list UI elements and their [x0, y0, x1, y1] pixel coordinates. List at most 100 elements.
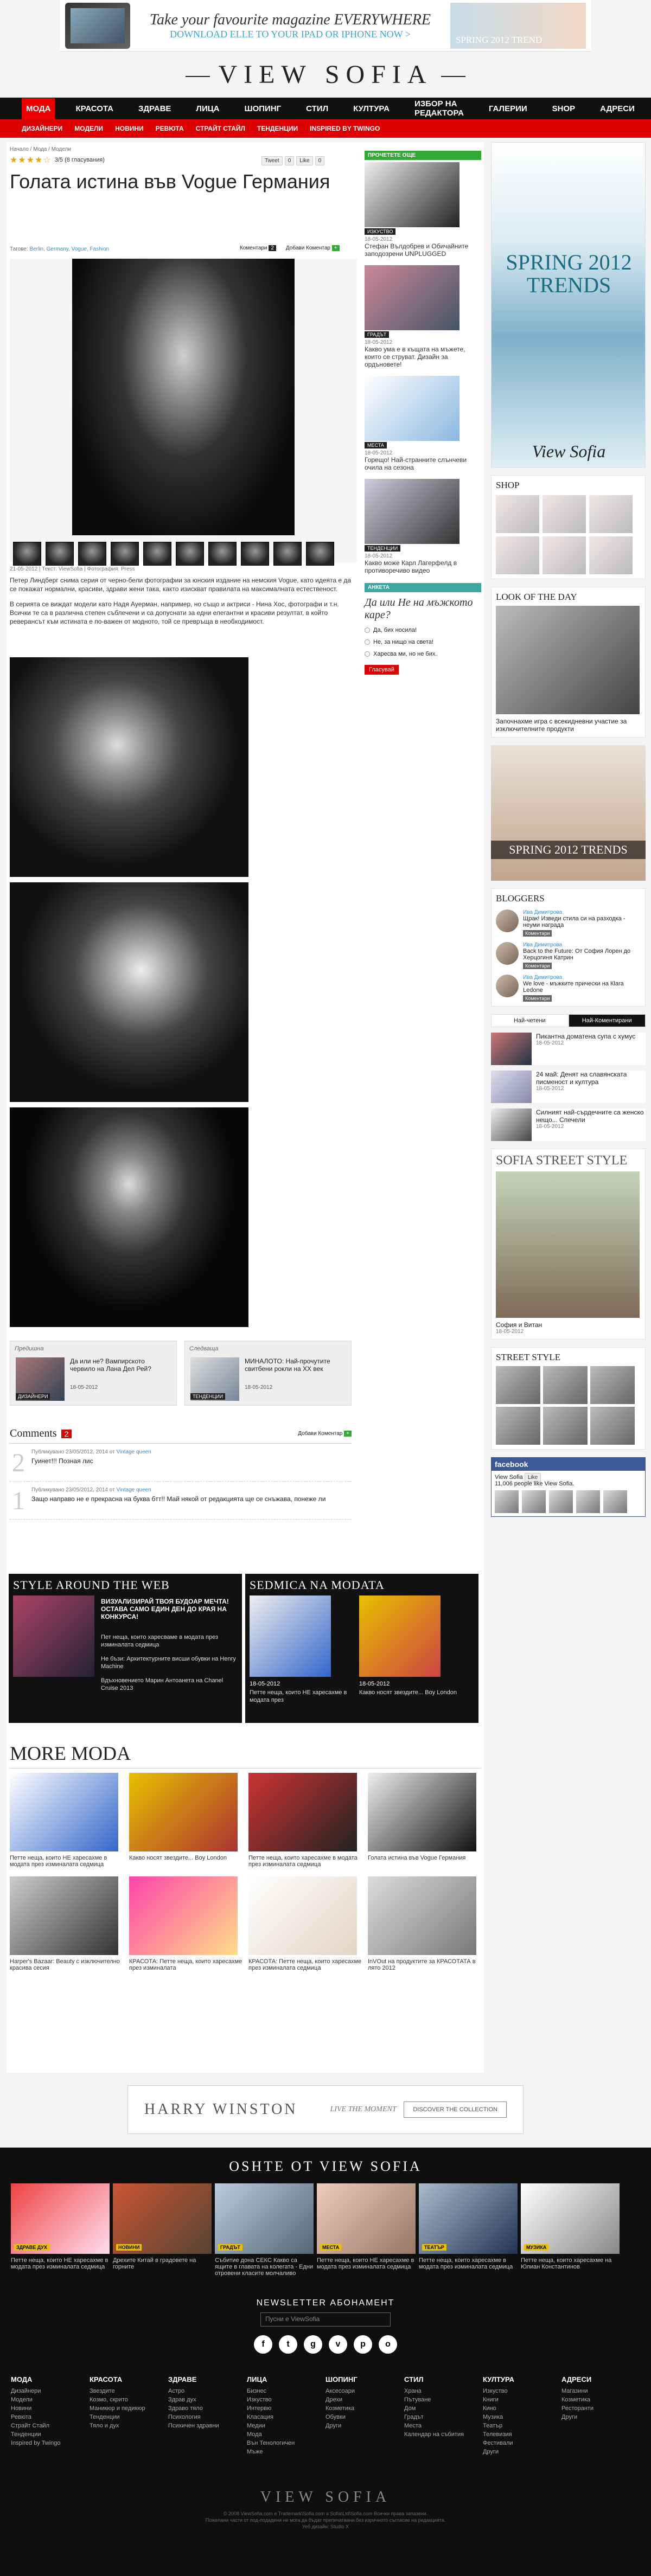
- footer-link[interactable]: Класация: [247, 2413, 326, 2421]
- street-style-name[interactable]: София и Витан: [496, 1321, 641, 1329]
- add-comment-label[interactable]: Добави Коментар: [298, 1431, 342, 1437]
- more-moda-image[interactable]: [368, 1876, 476, 1955]
- fashion-ad[interactable]: SPRING 2012 TRENDS View Sofia: [491, 142, 646, 467]
- footer-link[interactable]: Изкуство: [247, 2395, 326, 2404]
- footer-link[interactable]: Календар на събития: [404, 2430, 483, 2439]
- blogger-post[interactable]: Щрак! Изведи стила си на разходка - неум…: [523, 915, 641, 928]
- blogger-post[interactable]: We love - мъжките прически на Кlara Ledo…: [523, 981, 641, 994]
- nav-item-galerii[interactable]: ГАЛЕРИИ: [484, 98, 532, 119]
- shop-product[interactable]: [496, 536, 539, 574]
- style-around-image[interactable]: [13, 1595, 94, 1677]
- footer-link[interactable]: Мъже: [247, 2447, 326, 2456]
- sidebar-category[interactable]: ИЗКУСТВО: [365, 228, 396, 235]
- footer-link[interactable]: Интервю: [247, 2404, 326, 2413]
- footer-link[interactable]: Ревюта: [11, 2413, 90, 2421]
- gallery-thumb[interactable]: [13, 542, 41, 566]
- gallery-thumb[interactable]: [306, 542, 334, 566]
- footer-link[interactable]: Театър: [483, 2421, 561, 2430]
- sidebar-category[interactable]: МЕСТА: [365, 442, 387, 448]
- sedmica-text[interactable]: Какво носят звездите... Boy London: [359, 1689, 468, 1696]
- sedmica-image[interactable]: [250, 1595, 331, 1677]
- street-style-thumb[interactable]: [496, 1366, 540, 1404]
- blogger-name[interactable]: Ива Димитрова: [523, 942, 641, 948]
- facebook-face[interactable]: [576, 1490, 600, 1513]
- popular-item[interactable]: 24 май: Денят на славянската писменост и…: [491, 1071, 646, 1103]
- next-category[interactable]: ТЕНДЕНЦИИ: [190, 1393, 226, 1400]
- more-moda-text[interactable]: Какво носят звездите... Boy London: [129, 1855, 243, 1861]
- street-style-thumb[interactable]: [543, 1366, 588, 1404]
- footer-card-category[interactable]: МУЗИКА: [524, 2244, 549, 2251]
- gallery-main-photo[interactable]: [72, 259, 295, 535]
- more-moda-item[interactable]: Петте неща, които НЕ харесахме в модата …: [10, 1773, 124, 1868]
- popular-thumb[interactable]: [491, 1071, 532, 1103]
- poll-option[interactable]: Да, бих носила!: [365, 627, 481, 633]
- blogger-comments-button[interactable]: Коментари: [523, 963, 552, 969]
- poll-option-label[interactable]: Да, бих носила!: [373, 627, 417, 633]
- footer-card-image[interactable]: МУЗИКА: [521, 2183, 620, 2254]
- like-button[interactable]: Like: [296, 156, 313, 165]
- footer-card-text[interactable]: Петте неща, които харесахме в модата пре…: [419, 2257, 518, 2270]
- footer-link[interactable]: Модели: [11, 2395, 90, 2404]
- vimeo-icon[interactable]: v: [329, 2335, 347, 2354]
- sidebar-item[interactable]: ИЗКУСТВО 18-05-2012 Стефан Вълдобрев и О…: [365, 162, 481, 258]
- google-icon[interactable]: g: [304, 2335, 322, 2354]
- blogger-name[interactable]: Ива Димитрова: [523, 975, 641, 981]
- breadcrumb[interactable]: Начало / Мода / Модели: [7, 142, 356, 152]
- sidebar-title[interactable]: Какво може Карл Лагерфелд в противоречив…: [365, 559, 481, 574]
- footer-card-text[interactable]: Дрехите Китай в градовете на горните: [113, 2257, 212, 2270]
- footer-link[interactable]: Психология: [168, 2413, 247, 2421]
- more-moda-item[interactable]: КРАСОТА: Петте неща, които харесахме пре…: [129, 1876, 243, 1971]
- footer-card[interactable]: МУЗИКА Петте неща, които харесахме на Юли…: [521, 2183, 620, 2277]
- sidebar-title[interactable]: Какво ума е в къщата на мъжете, които се…: [365, 345, 481, 368]
- more-moda-item[interactable]: Harper's Bazaar: Beauty с изключително к…: [10, 1876, 124, 1971]
- more-moda-text[interactable]: КРАСОТА: Петте неща, които харесахме пре…: [129, 1958, 243, 1971]
- spring-ad[interactable]: SPRING 2012 TRENDS: [491, 745, 646, 881]
- footer-link[interactable]: Книги: [483, 2395, 561, 2404]
- shop-product[interactable]: [496, 495, 539, 533]
- shop-product[interactable]: [542, 536, 586, 574]
- banner-line2[interactable]: DOWNLOAD ELLE TO YOUR IPAD OR IPHONE NOW…: [130, 29, 450, 40]
- radio-button[interactable]: [365, 627, 370, 633]
- facebook-page-name[interactable]: View Sofia: [495, 1474, 523, 1481]
- street-style-thumb[interactable]: [590, 1407, 635, 1445]
- footer-col-heading[interactable]: КУЛТУРА: [483, 2375, 561, 2383]
- footer-link[interactable]: Кино: [483, 2404, 561, 2413]
- nav-item-krasota[interactable]: КРАСОТА: [71, 98, 117, 119]
- footer-link[interactable]: Музика: [483, 2413, 561, 2421]
- footer-link[interactable]: Фестивали: [483, 2439, 561, 2447]
- footer-card-text[interactable]: Петте неща, които харесахме на Юлиан Кон…: [521, 2257, 620, 2270]
- popular-title[interactable]: Силният най-сърдечните са женско нещо...…: [536, 1108, 646, 1124]
- blogger-item[interactable]: Ива Димитрова We love - мъжките прически …: [496, 975, 641, 1002]
- footer-link[interactable]: Страйт Стайл: [11, 2421, 90, 2430]
- add-comment-link[interactable]: Добави Коментар: [286, 245, 330, 251]
- street-style-image[interactable]: [496, 1171, 640, 1318]
- footer-col-heading[interactable]: СТИЛ: [404, 2375, 483, 2383]
- sedmica-text[interactable]: Петте неща, които НЕ харесахме в модата …: [250, 1689, 353, 1704]
- more-moda-image[interactable]: [129, 1773, 238, 1851]
- more-moda-item[interactable]: Петте неща, които харесахме в модата пре…: [248, 1773, 362, 1868]
- rating-stars[interactable]: ★★★★☆: [10, 155, 52, 165]
- footer-link[interactable]: Пътуване: [404, 2395, 483, 2404]
- style-around-link[interactable]: Пет неща, които харесваме в модата през …: [101, 1633, 237, 1649]
- footer-link[interactable]: Магазини: [561, 2387, 640, 2395]
- shop-product[interactable]: [589, 495, 633, 533]
- footer-link[interactable]: Други: [483, 2447, 561, 2456]
- footer-ad-button[interactable]: DISCOVER THE COLLECTION: [404, 2101, 507, 2118]
- street-style-thumb[interactable]: [496, 1407, 540, 1445]
- comment-user[interactable]: Vintage queen: [116, 1449, 151, 1455]
- footer-card-image[interactable]: ТЕАТЪР: [419, 2183, 518, 2254]
- footer-col-heading[interactable]: МОДА: [11, 2375, 90, 2383]
- sidebar-category[interactable]: ГРАДЪТ: [365, 331, 390, 338]
- footer-link[interactable]: Обувки: [326, 2413, 404, 2421]
- gallery-thumb[interactable]: [176, 542, 204, 566]
- gallery-thumb[interactable]: [273, 542, 302, 566]
- gallery-thumb[interactable]: [143, 542, 171, 566]
- more-moda-item[interactable]: InVOut на продуктите за КРАСОТАТА в лято…: [368, 1876, 482, 1971]
- footer-link[interactable]: Психичен здравни: [168, 2421, 247, 2430]
- shop-product[interactable]: [589, 536, 633, 574]
- popular-item[interactable]: Силният най-сърдечните са женско нещо...…: [491, 1108, 646, 1141]
- footer-link[interactable]: Козметика: [326, 2404, 404, 2413]
- add-comment-button[interactable]: Добави Коментар +: [298, 1431, 352, 1437]
- lotd-image[interactable]: [496, 606, 640, 714]
- footer-link[interactable]: Козмо, скрито: [90, 2395, 168, 2404]
